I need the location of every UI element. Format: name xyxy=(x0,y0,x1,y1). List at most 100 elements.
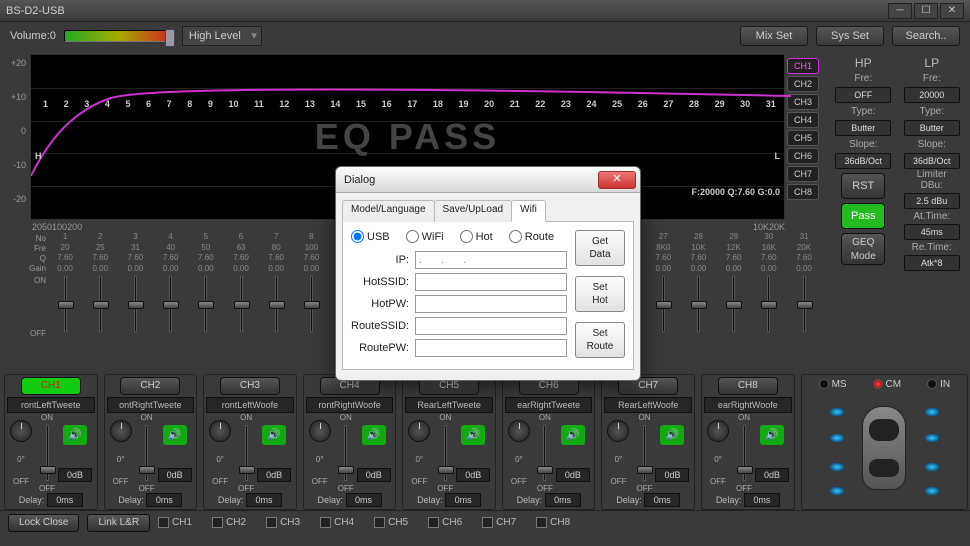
phase-knob[interactable] xyxy=(209,420,231,442)
gain-db-value[interactable]: 0dB xyxy=(58,468,92,482)
speaker-icon[interactable]: 🔊 xyxy=(262,425,286,445)
gain-fader[interactable] xyxy=(245,425,248,481)
eq-fader-4[interactable] xyxy=(154,276,188,344)
set-hot-button[interactable]: Set Hot xyxy=(575,276,625,312)
lp-fre-value[interactable]: 20000 xyxy=(904,87,960,103)
ip-input[interactable] xyxy=(415,251,567,269)
eq-fader-28[interactable] xyxy=(681,276,715,344)
delay-value[interactable]: 0ms xyxy=(744,493,780,507)
channel-name-ch6[interactable]: earRightTweete xyxy=(505,397,593,413)
gain-fader[interactable] xyxy=(344,425,347,481)
radio-in[interactable]: IN xyxy=(927,379,950,390)
gain-db-value[interactable]: 0dB xyxy=(357,468,391,482)
radio-usb[interactable]: USB xyxy=(351,230,390,243)
speaker-icon[interactable]: 🔊 xyxy=(660,425,684,445)
gain-fader[interactable] xyxy=(643,425,646,481)
pass-button[interactable]: Pass xyxy=(841,203,885,229)
window-close-button[interactable]: ✕ xyxy=(940,3,964,19)
window-maximize-button[interactable]: ☐ xyxy=(914,3,938,19)
hp-slope-value[interactable]: 36dB/Oct xyxy=(835,153,891,169)
gain-fader[interactable] xyxy=(46,425,49,481)
radio-route[interactable]: Route xyxy=(509,230,554,243)
gain-db-value[interactable]: 0dB xyxy=(556,468,590,482)
link-checkbox-ch8[interactable]: CH8 xyxy=(536,517,570,528)
phase-knob[interactable] xyxy=(408,420,430,442)
link-checkbox-ch2[interactable]: CH2 xyxy=(212,517,246,528)
tab-model-language[interactable]: Model/Language xyxy=(342,200,435,222)
gain-fader[interactable] xyxy=(145,425,148,481)
phase-knob[interactable] xyxy=(110,420,132,442)
delay-value[interactable]: 0ms xyxy=(445,493,481,507)
channel-name-ch4[interactable]: rontRightWoofe xyxy=(306,397,394,413)
gain-db-value[interactable]: 0dB xyxy=(755,468,789,482)
set-route-button[interactable]: Set Route xyxy=(575,322,625,358)
routepw-input[interactable] xyxy=(415,339,567,357)
eq-fader-7[interactable] xyxy=(259,276,293,344)
phase-knob[interactable] xyxy=(10,420,32,442)
limiter-dbu-value[interactable]: 2.5 dBu xyxy=(904,193,960,209)
tab-save-upload[interactable]: Save/UpLoad xyxy=(434,200,513,222)
channel-badge-ch4[interactable]: CH4 xyxy=(787,112,819,128)
get-data-button[interactable]: Get Data xyxy=(575,230,625,266)
link-lr-button[interactable]: Link L&R xyxy=(87,514,150,532)
gain-db-value[interactable]: 0dB xyxy=(158,468,192,482)
lp-type-value[interactable]: Butter xyxy=(904,120,960,136)
speaker-icon[interactable]: 🔊 xyxy=(561,425,585,445)
window-minimize-button[interactable]: ─ xyxy=(888,3,912,19)
delay-value[interactable]: 0ms xyxy=(47,493,83,507)
channel-badge-ch2[interactable]: CH2 xyxy=(787,76,819,92)
rst-button[interactable]: RST xyxy=(841,173,885,199)
channel-select-ch3[interactable]: CH3 xyxy=(220,377,280,395)
hotpw-input[interactable] xyxy=(415,295,567,313)
speaker-icon[interactable]: 🔊 xyxy=(760,425,784,445)
sys-set-button[interactable]: Sys Set xyxy=(816,26,884,46)
speaker-icon[interactable]: 🔊 xyxy=(163,425,187,445)
channel-select-ch1[interactable]: CH1 xyxy=(21,377,81,395)
eq-fader-3[interactable] xyxy=(118,276,152,344)
speaker-icon[interactable]: 🔊 xyxy=(63,425,87,445)
speaker-icon[interactable]: 🔊 xyxy=(461,425,485,445)
mix-set-button[interactable]: Mix Set xyxy=(740,26,808,46)
eq-fader-27[interactable] xyxy=(646,276,680,344)
channel-badge-ch7[interactable]: CH7 xyxy=(787,166,819,182)
channel-select-ch2[interactable]: CH2 xyxy=(120,377,180,395)
eq-fader-1[interactable] xyxy=(48,276,82,344)
delay-value[interactable]: 0ms xyxy=(246,493,282,507)
gain-fader[interactable] xyxy=(743,425,746,481)
gain-fader[interactable] xyxy=(543,425,546,481)
link-checkbox-ch4[interactable]: CH4 xyxy=(320,517,354,528)
phase-knob[interactable] xyxy=(607,420,629,442)
link-checkbox-ch3[interactable]: CH3 xyxy=(266,517,300,528)
dialog-close-button[interactable]: ✕ xyxy=(598,171,636,189)
hotssid-input[interactable] xyxy=(415,273,567,291)
link-checkbox-ch7[interactable]: CH7 xyxy=(482,517,516,528)
lock-close-button[interactable]: Lock Close xyxy=(8,514,79,532)
speaker-icon[interactable]: 🔊 xyxy=(362,425,386,445)
eq-fader-5[interactable] xyxy=(189,276,223,344)
channel-name-ch1[interactable]: rontLeftTweete xyxy=(7,397,95,413)
volume-slider[interactable] xyxy=(64,30,174,42)
channel-badge-ch6[interactable]: CH6 xyxy=(787,148,819,164)
radio-hot[interactable]: Hot xyxy=(460,230,493,243)
gain-db-value[interactable]: 0dB xyxy=(257,468,291,482)
radio-wifi[interactable]: WiFi xyxy=(406,230,444,243)
delay-value[interactable]: 0ms xyxy=(146,493,182,507)
gain-db-value[interactable]: 0dB xyxy=(456,468,490,482)
eq-fader-2[interactable] xyxy=(83,276,117,344)
eq-fader-31[interactable] xyxy=(787,276,821,344)
link-checkbox-ch1[interactable]: CH1 xyxy=(158,517,192,528)
link-checkbox-ch5[interactable]: CH5 xyxy=(374,517,408,528)
channel-badge-ch5[interactable]: CH5 xyxy=(787,130,819,146)
hp-type-value[interactable]: Butter xyxy=(835,120,891,136)
channel-name-ch8[interactable]: earRightWoofe xyxy=(704,397,792,413)
tab-wifi[interactable]: Wifi xyxy=(511,200,546,222)
limiter-retime-value[interactable]: Atk*8 xyxy=(904,255,960,271)
routessid-input[interactable] xyxy=(415,317,567,335)
input-level-dropdown[interactable]: High Level xyxy=(182,26,262,46)
channel-badge-ch8[interactable]: CH8 xyxy=(787,184,819,200)
gain-db-value[interactable]: 0dB xyxy=(655,468,689,482)
geq-mode-button[interactable]: GEQMode xyxy=(841,233,885,265)
phase-knob[interactable] xyxy=(309,420,331,442)
gain-fader[interactable] xyxy=(444,425,447,481)
channel-badge-ch1[interactable]: CH1 xyxy=(787,58,819,74)
